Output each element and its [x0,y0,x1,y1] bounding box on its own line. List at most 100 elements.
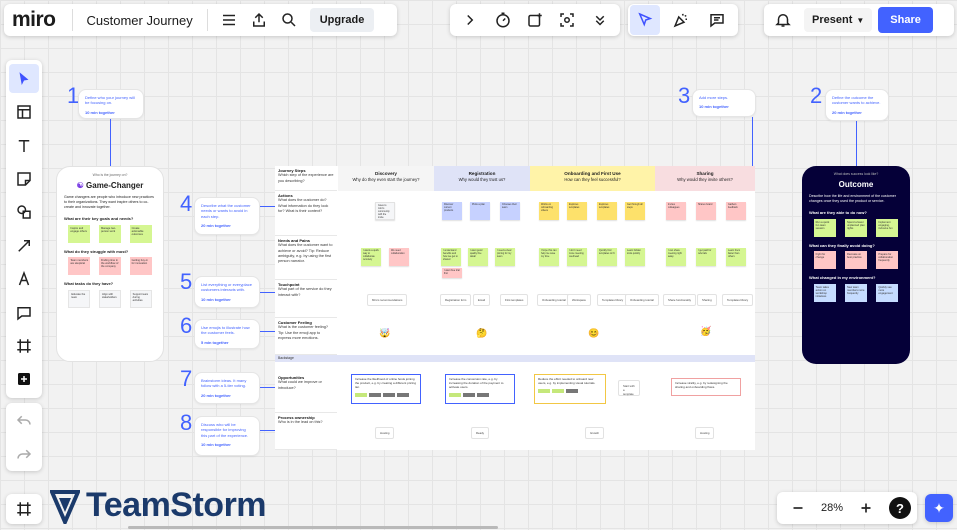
opportunity-note[interactable]: Start with a template [618,380,640,396]
persona-card[interactable]: Who is the journey on? ☯ Game-Changer Ga… [56,166,164,362]
touchpoint[interactable]: Email [473,294,490,306]
zoom-out-icon[interactable] [783,493,813,523]
templates-icon[interactable] [9,97,39,126]
menu-icon[interactable] [214,5,244,35]
touchpoint[interactable]: Miro's recommendations [367,294,408,306]
more-chevrons-icon[interactable] [585,5,615,35]
touchpoint[interactable]: Share functionality [663,294,697,306]
need-sticky[interactable]: I need a clear pricing for my team [495,248,515,266]
need-sticky[interactable]: I wants a quick way to collaborate remot… [361,248,381,266]
need-sticky[interactable]: We need collaboration [389,248,409,266]
sticky-note-icon[interactable] [9,164,39,193]
persona-sticky[interactable]: Team members are skeptical [68,257,91,276]
need-sticky[interactable]: Learn hidden tools quickly [625,248,645,266]
step-note[interactable]: Discuss who will be responsible for impr… [194,416,260,456]
need-sticky[interactable]: I want free trial first [442,268,462,278]
owner-tag[interactable]: Growth [585,427,605,439]
owner-tag[interactable]: Hosting [375,427,395,439]
redo-icon[interactable] [9,439,39,469]
outcome-card[interactable]: What does success look like? Outcome Des… [802,166,910,364]
outcome-sticky[interactable]: Run a quick fun team session [813,218,836,237]
opportunity-card[interactable]: Increase virality, e.g. by redesigning t… [671,378,741,396]
chevron-down-icon[interactable]: ▼ [856,16,864,25]
feeling-emoji[interactable]: 🤯 [379,328,390,339]
owner-tag[interactable]: Hosting [695,427,715,439]
action-sticky[interactable]: Get through all steps [625,202,645,220]
miro-logo[interactable]: miro [12,8,56,32]
outcome-sticky[interactable]: Implement engaging, inclusive fun [876,218,899,237]
step-note[interactable]: Describe what the customer needs or want… [194,197,260,235]
search-icon[interactable] [274,5,304,35]
action-sticky[interactable]: Explores templates [567,202,587,220]
owner-tag[interactable]: Ready [471,427,490,439]
need-sticky[interactable]: Learn them faster than others [726,248,746,266]
need-sticky[interactable]: I understand benefits and how we get to … [441,248,461,266]
ai-assist-button[interactable]: ✦ [925,494,953,522]
action-sticky[interactable]: Invites colleagues [666,202,686,220]
persona-sticky[interactable]: Align with stakeholders [98,289,121,308]
frames-icon[interactable] [9,494,39,524]
upgrade-button[interactable]: Upgrade [309,8,375,32]
outcome-sticky[interactable]: Spend a fewer unplanned plan rights [844,218,867,237]
opportunity-card[interactable]: Increase the conversion rate, e.g. by in… [445,374,515,404]
comment-icon[interactable] [702,5,732,35]
board-title[interactable]: Customer Journey [79,13,201,28]
step-note[interactable]: List everything or everyplace customers … [194,276,260,308]
journey-map[interactable]: Journey Steps Which step of the experienc… [275,166,755,450]
need-sticky[interactable]: I don't need more meeting overhead [567,248,587,266]
help-button[interactable]: ? [888,497,911,519]
action-sticky[interactable]: Shares board [696,202,716,220]
feeling-emoji[interactable]: 😊 [588,328,599,339]
add-apps-icon[interactable] [9,365,39,394]
persona-sticky[interactable]: Getting buy-in for innovation [129,257,152,276]
persona-sticky[interactable]: Support team during activities [129,289,152,308]
action-sticky[interactable]: Works on onboarding videos [539,202,559,220]
need-sticky[interactable]: I get paid for referrals [696,248,716,266]
outcome-sticky[interactable]: New team members more frequently [844,283,867,302]
action-sticky[interactable]: Picks a plan [470,202,490,220]
opportunity-card[interactable]: Reduce the effort needed to onboard new … [534,374,606,404]
outcome-sticky[interactable]: Prepare for collaboration frequently [876,251,899,270]
feeling-emoji[interactable]: 🤔 [476,328,487,339]
opportunity-card[interactable]: Increase the likelihood of online hosts … [351,374,421,404]
action-sticky[interactable]: Goes to miro's community with the invite [375,202,395,220]
celebrate-icon[interactable] [666,5,696,35]
step-note[interactable]: Define the outcome the customer wants to… [825,89,889,121]
touchpoint[interactable]: Sharing [697,294,717,306]
vote-icon[interactable] [520,5,550,35]
step-note[interactable]: Use emojis to illustrate how the custome… [194,319,260,349]
comment-tool-icon[interactable] [9,298,39,327]
outcome-sticky[interactable]: Fight for change [813,251,836,270]
text-icon[interactable] [9,131,39,160]
export-icon[interactable] [244,5,274,35]
touchpoint[interactable]: Registration form [440,294,472,306]
touchpoint[interactable]: Templates library [597,294,629,306]
need-sticky[interactable]: I want good quality fine detail [468,248,488,266]
select-cursor-icon[interactable] [9,64,39,94]
outcome-sticky[interactable]: Team takes action on workshop initiative… [813,283,836,302]
chevron-right-icon[interactable] [455,5,485,35]
touchpoint[interactable]: Onboarding tutorial [537,294,571,306]
touchpoint[interactable]: Workspace [567,294,591,306]
horizontal-scrollbar[interactable] [128,526,498,529]
frame-icon[interactable] [9,331,39,360]
touchpoint[interactable]: First templates [500,294,529,306]
outcome-sticky[interactable]: Recreate on best practice [844,251,867,270]
pen-icon[interactable] [9,264,39,293]
step-note[interactable]: Add more steps. 10 min together [692,89,756,117]
frames-panel-button[interactable] [6,494,42,524]
action-sticky[interactable]: Explores templates [597,202,617,220]
persona-sticky[interactable]: Finding time in the workflow of the comp… [98,257,121,276]
connector-line-icon[interactable] [9,231,39,260]
touchpoint[interactable]: Onboarding tutorial [625,294,659,306]
need-sticky[interactable]: I hope this can help me save my time [539,248,559,266]
action-sticky[interactable]: Gathers feedback [726,202,746,220]
shapes-icon[interactable] [9,198,39,227]
zoom-level[interactable]: 28% [821,502,843,514]
persona-sticky[interactable]: Manage two-person work [98,224,121,243]
flag-cursor-icon[interactable] [630,5,660,35]
persona-sticky[interactable]: Create actionable outcomes [129,224,152,243]
present-button[interactable]: Present ▼ [804,8,873,32]
zoom-in-icon[interactable] [851,493,881,523]
touchpoint[interactable]: Templates library [722,294,754,306]
